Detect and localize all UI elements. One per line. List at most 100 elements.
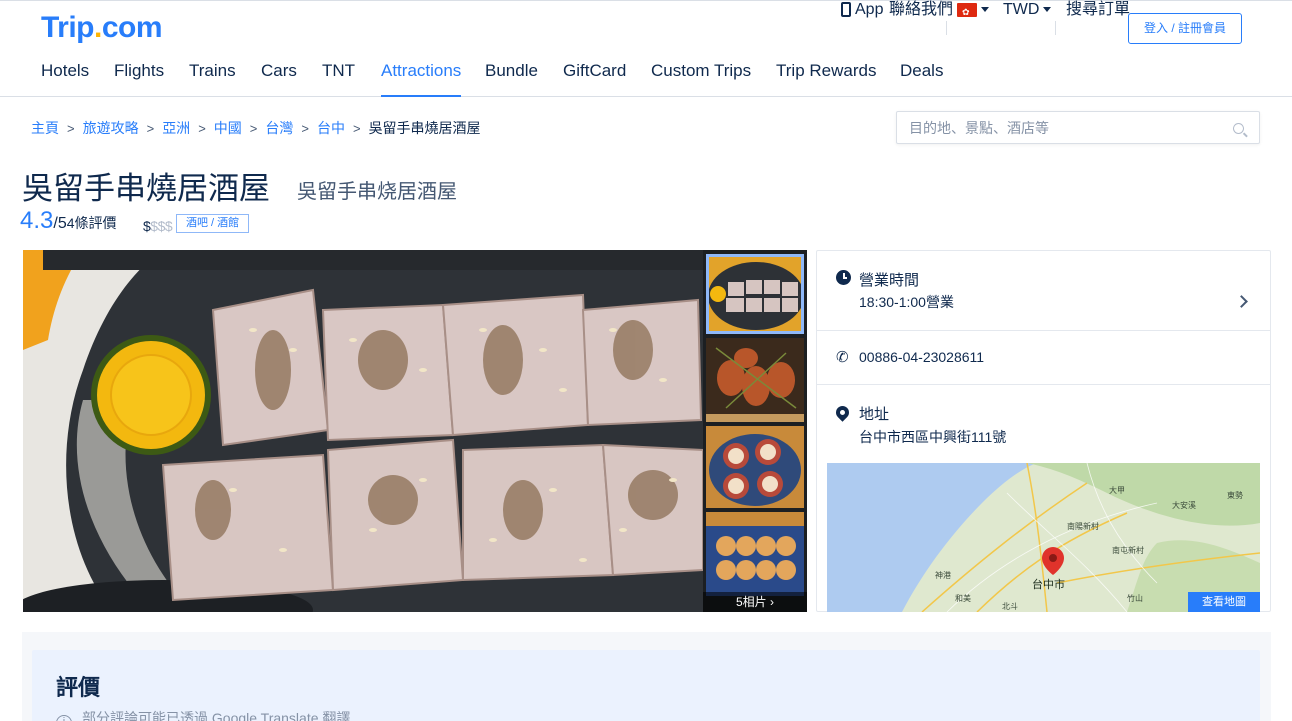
breadcrumb-travel-guide[interactable]: 旅遊攻略 (83, 118, 139, 138)
breadcrumb-taichung[interactable]: 台中 (317, 118, 345, 138)
nav-trip-rewards[interactable]: Trip Rewards (776, 61, 876, 97)
breadcrumb-china[interactable]: 中國 (214, 118, 242, 138)
breadcrumb-home[interactable]: 主頁 (31, 118, 59, 138)
review-count[interactable]: 4條評價 (67, 215, 117, 231)
nav-deals[interactable]: Deals (900, 61, 943, 97)
find-booking-label: 搜尋訂單 (1066, 1, 1131, 18)
location-map[interactable]: 大甲 東勢 大安溪 南陽新村 南屯新村 神港 和美 竹山 北斗 台中市 查看地圖 (827, 463, 1260, 612)
nav-hotels[interactable]: Hotels (41, 61, 89, 97)
chevron-right-icon[interactable] (1235, 295, 1248, 308)
thumbnail-image (706, 512, 804, 596)
search-box (896, 111, 1260, 144)
reviews-title: 評價 (56, 675, 101, 700)
chevron-down-icon (981, 7, 989, 12)
chevron-right-icon: > (146, 121, 155, 136)
location-pin-icon (833, 403, 852, 422)
chevron-right-icon: > (67, 121, 75, 136)
nav-giftcard[interactable]: GiftCard (563, 61, 626, 97)
currency-selector[interactable]: TWD (1003, 1, 1052, 19)
view-map-button[interactable]: 查看地圖 (1188, 592, 1260, 612)
thumbnail-3[interactable] (706, 426, 804, 508)
nav-cars[interactable]: Cars (261, 61, 297, 97)
main-photo[interactable] (23, 250, 703, 612)
divider (946, 21, 947, 35)
map-city-label: 台中市 (1032, 577, 1065, 591)
logo-text: Trip (41, 11, 95, 44)
price-level: $$$$ (143, 218, 173, 234)
reviews-note-text: 部分評論可能已透過 Google Translate 翻譯 (82, 710, 351, 721)
nav-flights[interactable]: Flights (114, 61, 164, 97)
nav-trains[interactable]: Trains (189, 61, 236, 97)
logo-dot: . (94, 11, 102, 44)
divider (1055, 21, 1056, 35)
app-download-link[interactable]: App (841, 1, 883, 19)
map-label: 和美 (955, 593, 971, 603)
thumbnail-image (706, 426, 804, 508)
thumbnail-1[interactable] (706, 254, 804, 334)
rating-score: 4.3 (20, 207, 54, 234)
photo-count-label: 5相片 (735, 595, 767, 609)
phone-row: ✆ 00886-04-23028611 (817, 331, 1270, 385)
currency-label: TWD (1003, 1, 1040, 18)
map-label: 南屯新村 (1112, 545, 1144, 555)
nav-custom-trips[interactable]: Custom Trips (651, 61, 751, 97)
search-input[interactable] (909, 118, 1219, 138)
reviews-section: 評價 i 部分評論可能已透過 Google Translate 翻譯 (32, 650, 1260, 721)
view-all-photos-button[interactable]: 5相片 › (703, 592, 807, 612)
map-label: 大甲 (1109, 485, 1125, 495)
skewer-food-image (23, 250, 703, 612)
thumbnail-2[interactable] (706, 338, 804, 422)
thumbnail-4[interactable] (706, 512, 804, 596)
phone-icon: ✆ (836, 349, 849, 366)
search-icon[interactable] (1233, 123, 1244, 134)
rating-summary: 4.3/54條評價 (20, 207, 117, 235)
thumbnail-image (706, 338, 804, 422)
logo-tld: com (101, 11, 163, 44)
trip-logo[interactable]: Trip.com (41, 11, 163, 45)
breadcrumb: 主頁 > 旅遊攻略 > 亞洲 > 中國 > 台灣 > 台中 > 吳留手串燒居酒屋 (31, 118, 481, 138)
chevron-right-icon: > (352, 121, 361, 136)
contact-label: 聯絡我們 (889, 1, 954, 18)
rating-max: /5 (53, 215, 67, 232)
page-title: 吳留手串燒居酒屋 (22, 171, 270, 206)
chevron-right-icon: > (198, 121, 206, 136)
info-icon: i (56, 715, 72, 721)
page-subtitle: 吳留手串烧居酒屋 (297, 181, 457, 203)
reviews-translation-note: i 部分評論可能已透過 Google Translate 翻譯 (56, 708, 350, 721)
chevron-down-icon (1043, 7, 1052, 12)
language-selector[interactable] (957, 1, 989, 21)
map-label: 南陽新村 (1067, 521, 1099, 531)
contact-us-link[interactable]: 聯絡我們 (889, 1, 953, 19)
chevron-right-icon: > (249, 121, 258, 136)
chevron-right-icon: > (301, 121, 309, 136)
breadcrumb-taiwan[interactable]: 台灣 (265, 118, 293, 138)
thumbnail-image (706, 254, 804, 334)
app-label: App (855, 1, 884, 18)
phone-icon (841, 2, 851, 17)
chevron-right-icon: › (770, 595, 775, 609)
clock-icon (836, 270, 851, 285)
category-tag[interactable]: 酒吧 / 酒館 (176, 214, 250, 233)
map-label: 大安溪 (1172, 500, 1196, 510)
opening-hours-row[interactable]: 營業時間 18:30-1:00營業 (817, 251, 1270, 331)
phone-number[interactable]: 00886-04-23028611 (859, 349, 984, 365)
breadcrumb-asia[interactable]: 亞洲 (162, 118, 190, 138)
login-register-button[interactable]: 登入 / 註冊會員 (1128, 13, 1242, 44)
map-label: 竹山 (1127, 593, 1143, 603)
nav-attractions[interactable]: Attractions (381, 61, 462, 97)
info-card: 營業時間 18:30-1:00營業 ✆ 00886-04-23028611 地址… (816, 250, 1271, 612)
address-title: 地址 (859, 406, 890, 423)
breadcrumb-current: 吳留手串燒居酒屋 (368, 120, 481, 136)
photo-thumbnails (703, 250, 807, 612)
top-header: Trip.com App 聯絡我們 TWD 搜尋訂單 登入 / 註冊會員 Hot… (0, 0, 1292, 97)
address-row: 地址 台中市西區中興街111號 (817, 385, 1270, 463)
find-booking-link[interactable]: 搜尋訂單 (1066, 1, 1130, 19)
address-value: 台中市西區中興街111號 (859, 429, 1007, 445)
nav-tnt[interactable]: TNT (322, 61, 355, 97)
opening-hours-value: 18:30-1:00營業 (859, 294, 954, 310)
nav-bundle[interactable]: Bundle (485, 61, 538, 97)
map-label: 北斗 (1002, 602, 1018, 611)
map-label: 神港 (935, 570, 951, 580)
hong-kong-flag-icon (957, 3, 977, 21)
map-label: 東勢 (1227, 490, 1243, 500)
